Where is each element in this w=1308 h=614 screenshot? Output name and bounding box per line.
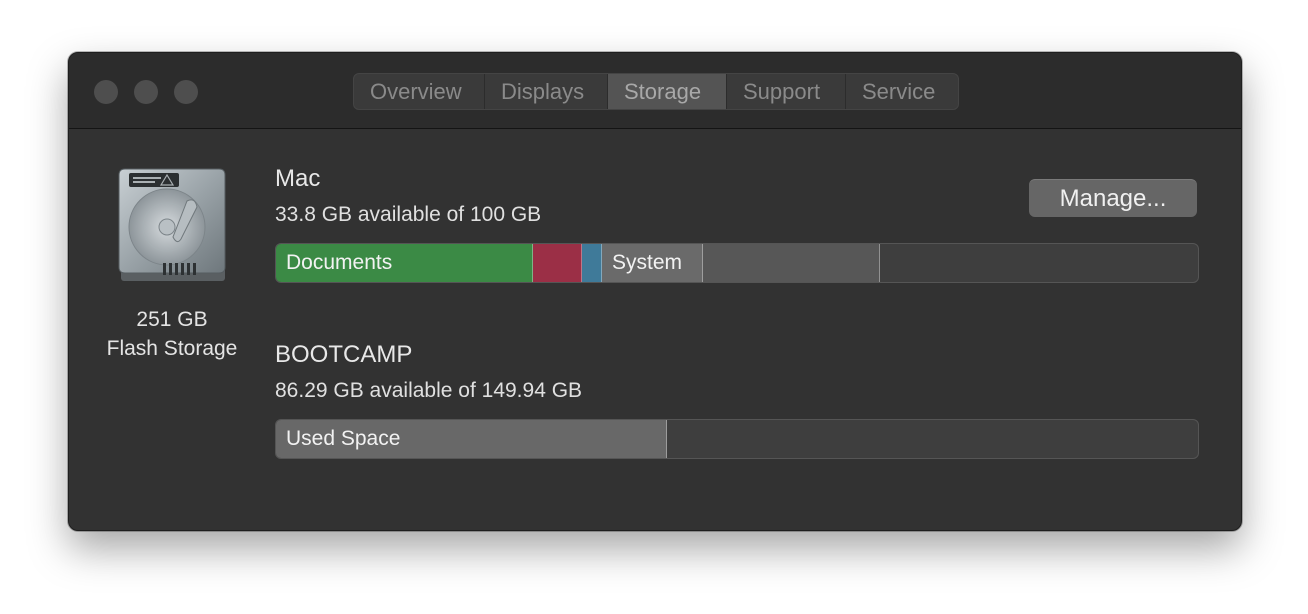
tab-storage[interactable]: Storage bbox=[608, 74, 727, 109]
disk-type: Flash Storage bbox=[106, 337, 238, 360]
storage-segment-segment-4 bbox=[703, 244, 880, 282]
hard-drive-icon bbox=[118, 168, 226, 281]
tab-displays[interactable]: Displays bbox=[485, 74, 608, 109]
system-info-window: Overview Displays Storage Support Servic… bbox=[68, 52, 1242, 531]
tab-service[interactable]: Service bbox=[846, 74, 958, 109]
volume-name-mac: Mac bbox=[275, 165, 321, 192]
disk-capacity: 251 GB bbox=[136, 308, 208, 331]
storage-segment-documents: Documents bbox=[276, 244, 533, 282]
storage-segment-segment-2 bbox=[582, 244, 602, 282]
storage-segment-segment-1 bbox=[533, 244, 582, 282]
volume-available-bootcamp: 86.29 GB available of 149.94 GB bbox=[275, 379, 583, 402]
storage-bar-bootcamp: Used Space bbox=[275, 419, 1199, 459]
title-bar: Overview Displays Storage Support Servic… bbox=[69, 53, 1241, 129]
storage-segment-used-space: Used Space bbox=[276, 420, 667, 458]
storage-bar-mac: Documents System bbox=[275, 243, 1199, 283]
disk-caption: 251 GB Flash Storage bbox=[89, 305, 255, 363]
minimize-window-button[interactable] bbox=[134, 80, 158, 104]
volume-name-bootcamp: BOOTCAMP bbox=[275, 341, 413, 368]
close-window-button[interactable] bbox=[94, 80, 118, 104]
tab-overview[interactable]: Overview bbox=[354, 74, 485, 109]
manage-button[interactable]: Manage... bbox=[1029, 179, 1197, 217]
tab-support[interactable]: Support bbox=[727, 74, 846, 109]
tab-bar: Overview Displays Storage Support Servic… bbox=[353, 73, 959, 110]
storage-segment-system: System bbox=[602, 244, 703, 282]
volume-available-mac: 33.8 GB available of 100 GB bbox=[275, 203, 542, 226]
zoom-window-button[interactable] bbox=[174, 80, 198, 104]
